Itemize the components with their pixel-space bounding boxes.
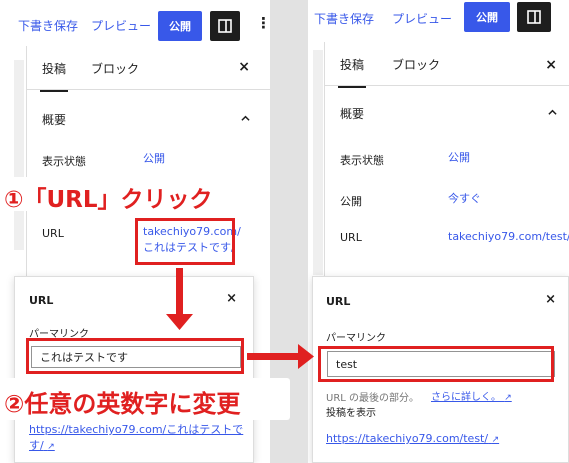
tab-block[interactable]: ブロック bbox=[392, 56, 440, 73]
tab-post[interactable]: 投稿 bbox=[39, 60, 69, 92]
full-url-link[interactable]: https://takechiyo79.com/test/ ↗ bbox=[326, 432, 499, 445]
annotation-step2: ②任意の英数字に変更 bbox=[4, 390, 241, 418]
settings-toggle-button[interactable] bbox=[517, 2, 551, 32]
publish-label: 公開 bbox=[340, 195, 362, 208]
close-popover-button[interactable]: × bbox=[226, 291, 237, 306]
external-link-icon: ↗ bbox=[47, 442, 55, 452]
visibility-label: 表示状態 bbox=[340, 154, 384, 167]
close-sidebar-button[interactable]: × bbox=[545, 57, 557, 73]
tab-block[interactable]: ブロック bbox=[91, 60, 139, 77]
tab-post[interactable]: 投稿 bbox=[337, 56, 367, 88]
close-popover-button[interactable]: × bbox=[545, 292, 556, 307]
popover-title: URL bbox=[326, 295, 351, 308]
full-url-text: https://takechiyo79.com/これはテストです/ bbox=[29, 423, 244, 452]
down-arrow-icon bbox=[166, 314, 193, 330]
url-label: URL bbox=[42, 227, 64, 240]
preview-button[interactable]: プレビュー bbox=[91, 17, 151, 34]
external-link-icon: ↗ bbox=[491, 435, 500, 445]
settings-sidebar: 投稿 ブロック × 概要 表示状態 公開 公開 今すぐ URL takechiy… bbox=[324, 42, 569, 277]
url-value-link[interactable]: takechiyo79.com/test/ bbox=[448, 229, 569, 245]
save-draft-button[interactable]: 下書き保存 bbox=[314, 10, 374, 27]
full-url-link[interactable]: https://takechiyo79.com/これはテストです/ ↗ bbox=[29, 422, 244, 455]
view-post-label: 投稿を表示 bbox=[326, 408, 376, 419]
learn-more-link[interactable]: さらに詳しく。 ↗ bbox=[431, 388, 512, 403]
learn-more-text: さらに詳しく。 bbox=[431, 392, 501, 403]
visibility-value-link[interactable]: 公開 bbox=[143, 151, 165, 167]
editor-toolbar-after: 下書き保存 プレビュー 公開 bbox=[308, 0, 569, 46]
visibility-label: 表示状態 bbox=[42, 155, 86, 168]
url-click-highlight bbox=[135, 218, 235, 265]
publish-date-link[interactable]: 今すぐ bbox=[448, 191, 481, 207]
save-draft-button[interactable]: 下書き保存 bbox=[18, 17, 78, 34]
slug-input-highlight-before bbox=[26, 338, 244, 374]
settings-toggle-button[interactable] bbox=[210, 11, 240, 41]
publish-button-label: 公開 bbox=[476, 11, 498, 24]
annotation-step1: ①「URL」クリック bbox=[4, 187, 213, 213]
sidebar-toggle-icon bbox=[527, 10, 541, 24]
chevron-up-icon[interactable] bbox=[241, 114, 250, 123]
visibility-value-link[interactable]: 公開 bbox=[448, 150, 470, 166]
slug-input-highlight-after bbox=[318, 346, 554, 382]
sidebar-toggle-icon bbox=[218, 19, 232, 33]
right-arrow-shaft bbox=[247, 353, 303, 360]
preview-button[interactable]: プレビュー bbox=[392, 10, 452, 27]
sidebar-tabs: 投稿 ブロック × bbox=[325, 42, 569, 88]
more-options-icon[interactable]: ⋮ bbox=[256, 14, 270, 32]
chevron-up-icon[interactable] bbox=[548, 108, 557, 117]
popover-title: URL bbox=[29, 294, 54, 307]
publish-button[interactable]: 公開 bbox=[158, 11, 202, 41]
close-sidebar-button[interactable]: × bbox=[238, 59, 250, 75]
publish-button[interactable]: 公開 bbox=[464, 2, 510, 32]
editor-scrollbar[interactable] bbox=[14, 60, 24, 250]
summary-section-title[interactable]: 概要 bbox=[340, 105, 364, 122]
editor-toolbar: 下書き保存 プレビュー 公開 ⋮ bbox=[0, 0, 270, 46]
sidebar-tabs: 投稿 ブロック × bbox=[27, 46, 270, 92]
full-url-text: https://takechiyo79.com/test/ bbox=[326, 432, 489, 445]
url-label: URL bbox=[340, 231, 362, 244]
editor-scrollbar[interactable] bbox=[313, 50, 323, 275]
slug-help-text: URL の最後の部分。 bbox=[326, 393, 420, 404]
right-arrow-icon bbox=[298, 344, 314, 369]
down-arrow-shaft bbox=[176, 268, 183, 318]
external-link-icon: ↗ bbox=[504, 393, 512, 403]
publish-button-label: 公開 bbox=[169, 20, 191, 33]
summary-section-title[interactable]: 概要 bbox=[42, 111, 66, 128]
permalink-label: パーマリンク bbox=[326, 333, 386, 344]
editor-after-panel: 下書き保存 プレビュー 公開 投稿 ブロック × 概要 表示状態 公開 公開 今… bbox=[308, 0, 569, 463]
